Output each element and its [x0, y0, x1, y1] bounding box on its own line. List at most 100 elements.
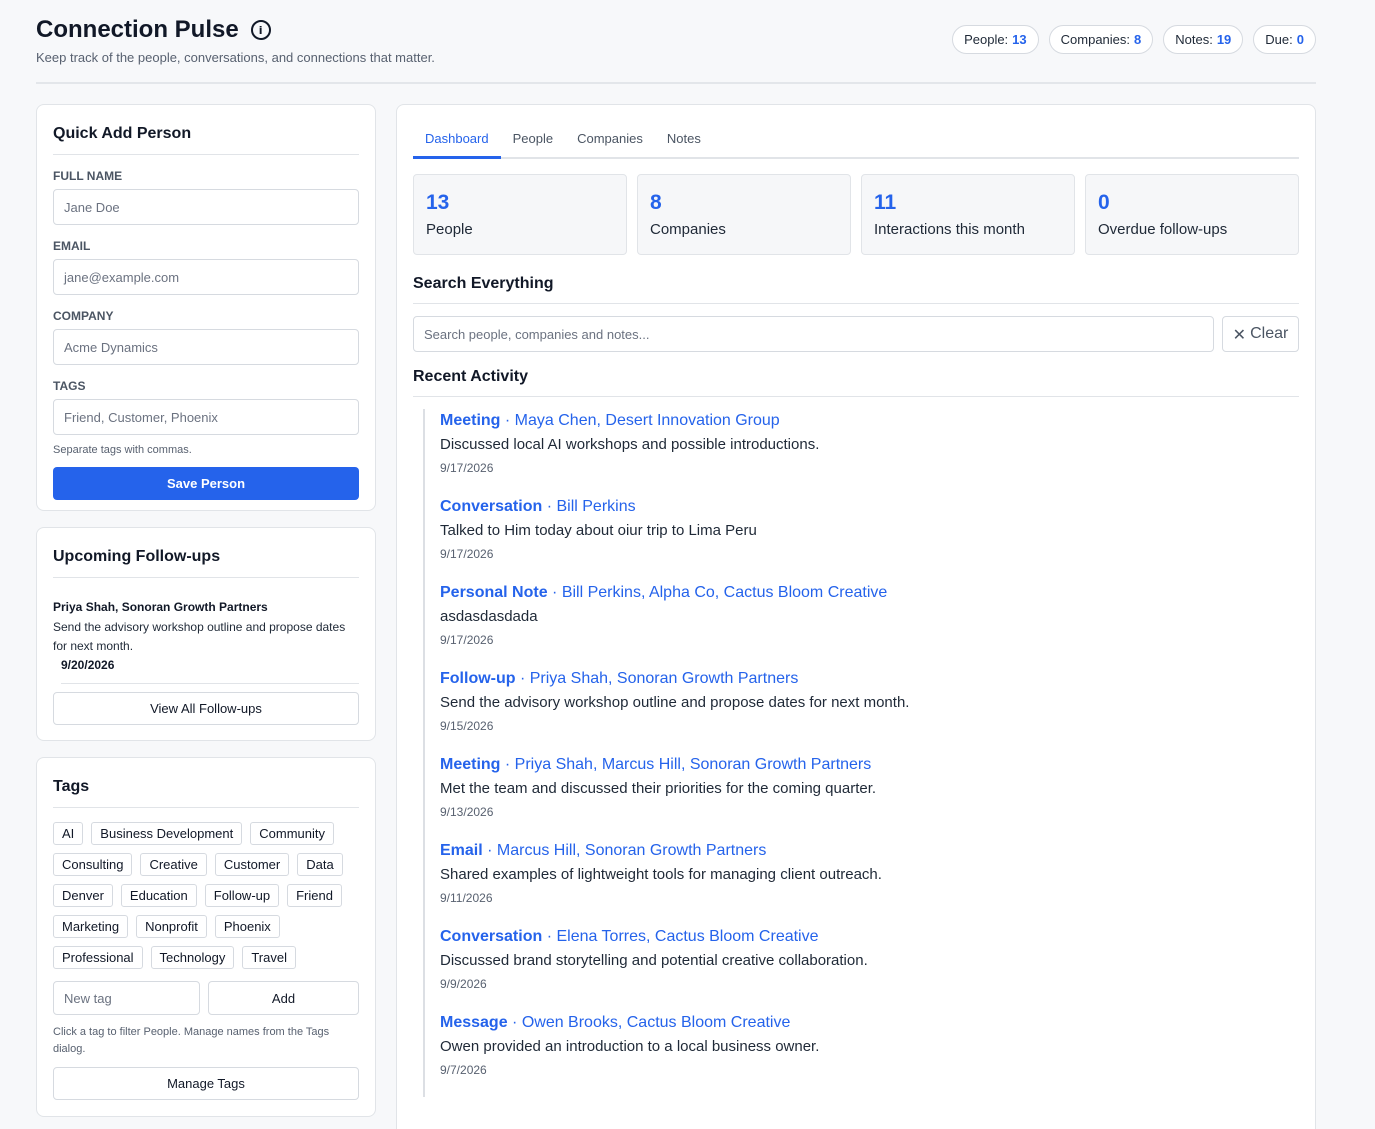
new-tag-input[interactable]: New tag: [53, 981, 200, 1015]
activity-type[interactable]: Message: [440, 1014, 508, 1031]
tab-bar: Dashboard People Companies Notes: [413, 125, 1299, 159]
tab-dashboard[interactable]: Dashboard: [413, 125, 501, 159]
dashboard-stats: 13 People 8 Companies 11 Interactions this …: [413, 174, 1299, 255]
clear-label: Clear: [1250, 325, 1289, 342]
tag-chip[interactable]: Technology: [150, 946, 235, 969]
activity-people[interactable]: · Maya Chen, Desert Innovation Group: [500, 412, 780, 429]
activity-people[interactable]: · Priya Shah, Sonoran Growth Partners: [516, 670, 798, 687]
activity-text: Discussed local AI workshops and possibl…: [440, 436, 820, 453]
stat-pill-due: Due: 0: [1253, 25, 1316, 54]
activity-text: Met the team and discussed their priorit…: [440, 780, 877, 797]
tags-hint: Separate tags with commas.: [53, 444, 192, 456]
info-icon[interactable]: i: [250, 20, 271, 40]
tag-chip[interactable]: Nonprofit: [136, 915, 207, 938]
activity-header[interactable]: Meeting · Maya Chen, Desert Innovation G…: [440, 412, 1299, 430]
tag-chip[interactable]: Creative: [140, 853, 207, 876]
activity-people[interactable]: · Bill Perkins: [542, 498, 636, 515]
search-title: Search Everything: [413, 275, 1299, 304]
activity-item: Conversation · Elena Torres, Cactus Bloo…: [440, 925, 1299, 1011]
tag-chip[interactable]: Denver: [53, 884, 113, 907]
tag-chip[interactable]: Education: [120, 884, 197, 907]
tag-chip[interactable]: Phoenix: [214, 915, 280, 938]
tag-chip[interactable]: Marketing: [53, 915, 129, 938]
activity-item: Message · Owen Brooks, Cactus Bloom Crea…: [440, 1011, 1299, 1097]
activity-type[interactable]: Meeting: [440, 412, 500, 429]
tag-chip[interactable]: Professional: [53, 946, 143, 969]
followup-text: Send the advisory workshop outline and p…: [53, 620, 346, 653]
activity-item: Follow-up · Priya Shah, Sonoran Growth P…: [440, 667, 1299, 753]
app-header: Connection Pulse i Keep track of the peo…: [36, 16, 1316, 84]
activity-item: Meeting · Maya Chen, Desert Innovation G…: [440, 409, 1299, 495]
followup-name: Priya Shah, Sonoran Growth Partners: [53, 600, 268, 614]
full-name-label: Full Name: [53, 169, 123, 183]
tags-filter-hint: Click a tag to filter People. Manage nam…: [53, 1026, 330, 1055]
activity-date: 9/9/2026: [440, 977, 487, 991]
tags-label: Tags: [53, 379, 86, 393]
activity-item: Meeting · Priya Shah, Marcus Hill, Sonor…: [440, 753, 1299, 839]
activity-header[interactable]: Meeting · Priya Shah, Marcus Hill, Sonor…: [440, 756, 1299, 774]
company-input[interactable]: Acme Dynamics: [53, 329, 359, 365]
activity-header[interactable]: Message · Owen Brooks, Cactus Bloom Crea…: [440, 1014, 1299, 1032]
activity-people[interactable]: · Owen Brooks, Cactus Bloom Creative: [508, 1014, 790, 1031]
activity-text: Owen provided an introduction to a local…: [440, 1038, 820, 1055]
activity-text: Discussed brand storytelling and potenti…: [440, 952, 868, 969]
email-label: Email: [53, 239, 91, 253]
tag-list: AI Business Development Community Consultin…: [53, 822, 359, 969]
tag-chip[interactable]: AI: [53, 822, 84, 845]
manage-tags-button[interactable]: Manage Tags: [53, 1067, 359, 1100]
activity-header[interactable]: Conversation · Elena Torres, Cactus Bloo…: [440, 928, 1299, 946]
activity-text: Talked to Him today about oiur trip to L…: [440, 522, 757, 539]
tab-people[interactable]: People: [501, 125, 565, 159]
view-all-followups-button[interactable]: View All Follow-ups: [53, 692, 359, 725]
search-input[interactable]: Search people, companies and notes...: [413, 316, 1214, 352]
recent-activity-title: Recent Activity: [413, 368, 1299, 397]
activity-people[interactable]: · Elena Torres, Cactus Bloom Creative: [542, 928, 819, 945]
activity-header[interactable]: Conversation · Bill Perkins: [440, 498, 1299, 516]
save-person-button[interactable]: Save Person: [53, 467, 359, 500]
add-tag-button[interactable]: Add: [208, 981, 359, 1015]
header-stats: People: 13 Companies: 8 Notes: 19 Due: 0: [952, 25, 1316, 54]
app-title: Connection Pulse: [36, 16, 239, 43]
tag-chip[interactable]: Consulting: [53, 853, 133, 876]
company-label: Company: [53, 309, 114, 323]
activity-header[interactable]: Follow-up · Priya Shah, Sonoran Growth P…: [440, 670, 1299, 688]
activity-date: 9/13/2026: [440, 805, 494, 819]
tab-companies[interactable]: Companies: [565, 125, 655, 159]
tag-chip[interactable]: Friend: [287, 884, 342, 907]
tag-chip[interactable]: Travel: [242, 946, 296, 969]
tag-chip[interactable]: Follow-up: [204, 884, 280, 907]
activity-text: Send the advisory workshop outline and p…: [440, 694, 910, 711]
tags-card: Tags AI Business Development Community Cons…: [36, 757, 376, 1117]
stat-card-companies: 8 Companies: [637, 174, 851, 255]
tags-input[interactable]: Friend, Customer, Phoenix: [53, 399, 359, 435]
activity-type[interactable]: Email: [440, 842, 483, 859]
activity-date: 9/15/2026: [440, 719, 494, 733]
activity-type[interactable]: Meeting: [440, 756, 500, 773]
activity-item: Personal Note · Bill Perkins, Alpha Co, …: [440, 581, 1299, 667]
tag-chip[interactable]: Community: [250, 822, 335, 845]
activity-date: 9/17/2026: [440, 633, 494, 647]
activity-list: Meeting · Maya Chen, Desert Innovation G…: [423, 409, 1299, 1097]
tag-chip[interactable]: Customer: [214, 853, 290, 876]
tag-chip[interactable]: Data: [297, 853, 343, 876]
activity-header[interactable]: Email · Marcus Hill, Sonoran Growth Part…: [440, 842, 1299, 860]
activity-people[interactable]: · Bill Perkins, Alpha Co, Cactus Bloom C…: [548, 584, 887, 601]
activity-item: Conversation · Bill Perkins Talked to Him…: [440, 495, 1299, 581]
activity-type[interactable]: Conversation: [440, 498, 542, 515]
tab-notes[interactable]: Notes: [655, 125, 713, 159]
activity-type[interactable]: Follow-up: [440, 670, 516, 687]
email-input[interactable]: jane@example.com: [53, 259, 359, 295]
clear-button[interactable]: ✕ Clear: [1222, 316, 1299, 352]
activity-text: asdasdasdada: [440, 608, 538, 625]
stat-pill-people: People: 13: [952, 25, 1039, 54]
stat-card-interactions: 11 Interactions this month: [861, 174, 1075, 255]
activity-header[interactable]: Personal Note · Bill Perkins, Alpha Co, …: [440, 584, 1299, 602]
activity-date: 9/7/2026: [440, 1063, 487, 1077]
full-name-input[interactable]: Jane Doe: [53, 189, 359, 225]
tag-chip[interactable]: Business Development: [91, 822, 243, 845]
activity-type[interactable]: Personal Note: [440, 584, 548, 601]
activity-people[interactable]: · Marcus Hill, Sonoran Growth Partners: [483, 842, 766, 859]
followup-date: 9/20/2026: [61, 658, 359, 684]
activity-type[interactable]: Conversation: [440, 928, 542, 945]
activity-people[interactable]: · Priya Shah, Marcus Hill, Sonoran Growt…: [500, 756, 871, 773]
